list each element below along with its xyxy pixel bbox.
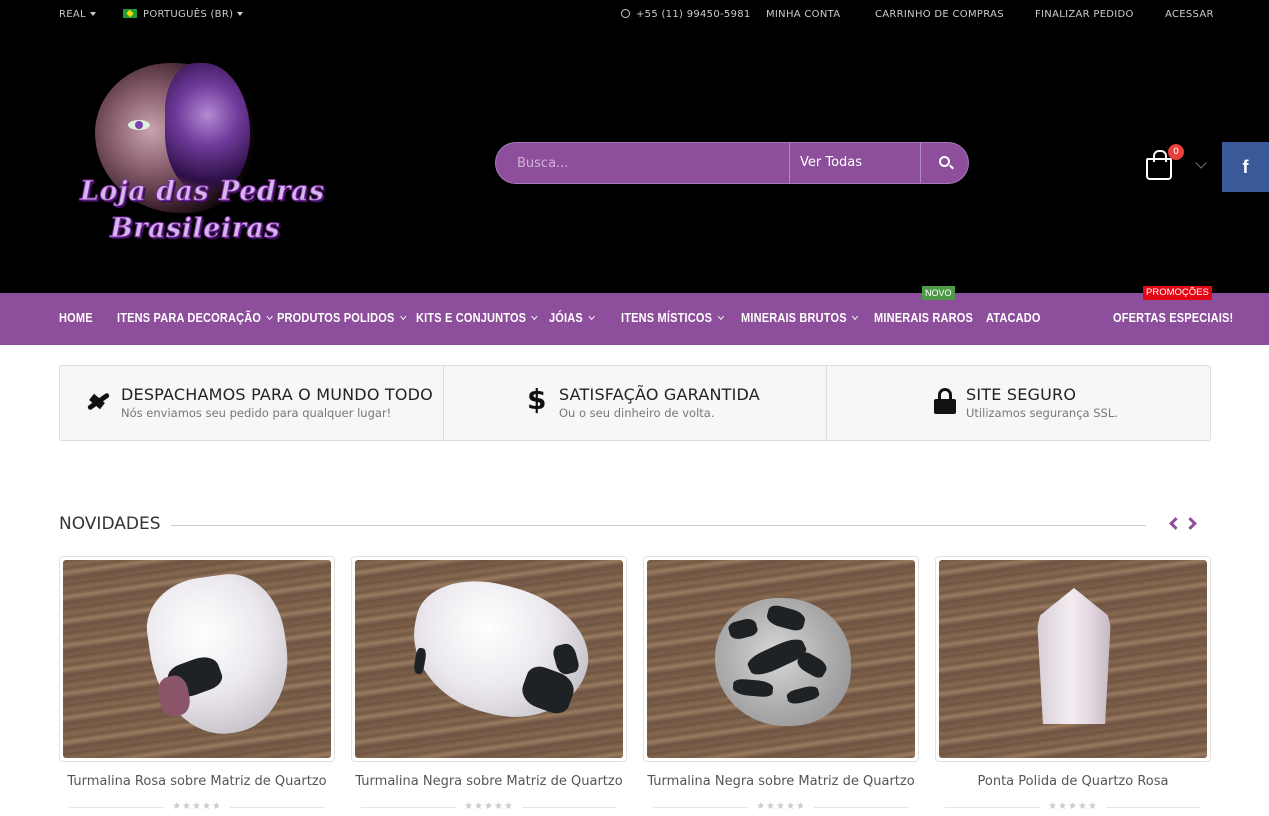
chevron-down-icon: [717, 312, 724, 321]
info-subtitle: Ou o seu dinheiro de volta.: [559, 406, 715, 420]
product-rating: ★★★★★: [935, 801, 1211, 813]
chevron-down-icon: [851, 312, 859, 321]
carousel-prev-icon[interactable]: [1169, 517, 1182, 530]
product-card[interactable]: [643, 556, 919, 762]
brazil-flag-icon: [123, 9, 137, 18]
logo-text-line1: Loja das Pedras: [80, 176, 325, 208]
nav-label: ITENS PARA DECORAÇÃO: [117, 311, 262, 325]
top-bar: REAL PORTUGUÊS (BR) +55 (11) 99450-5981 …: [0, 0, 1269, 30]
logo-eye: [128, 120, 150, 130]
search-icon: [938, 156, 950, 167]
nav-item-joias[interactable]: JÓIAS: [549, 311, 595, 325]
chevron-down-icon: [266, 312, 273, 321]
product-rating: ★★★★★: [351, 801, 627, 813]
whatsapp-icon: [621, 9, 630, 18]
new-badge: NOVO: [922, 286, 955, 300]
section-divider: [171, 525, 1146, 526]
info-subtitle: Nós enviamos seu pedido para qualquer lu…: [121, 406, 392, 420]
nav-item-ofertas[interactable]: OFERTAS ESPECIAIS!: [1113, 311, 1233, 325]
nav-item-decoracao[interactable]: ITENS PARA DECORAÇÃO: [117, 311, 273, 325]
product-image[interactable]: [647, 560, 915, 758]
product-image[interactable]: [63, 560, 331, 758]
shopping-cart-link[interactable]: CARRINHO DE COMPRAS: [875, 9, 1004, 20]
main-nav: HOME ITENS PARA DECORAÇÃO PRODUTOS POLID…: [0, 286, 1269, 345]
info-title: SATISFAÇÃO GARANTIDA: [559, 385, 760, 404]
shopping-bag-icon: [1146, 150, 1172, 180]
promo-badge: PROMOÇÕES: [1143, 286, 1212, 300]
caret-down-icon: [89, 12, 96, 16]
product-name[interactable]: Ponta Polida de Quartzo Rosa: [935, 774, 1211, 789]
nav-item-kits[interactable]: KITS E CONJUNTOS: [416, 311, 538, 325]
nav-label: ATACADO: [986, 311, 1041, 325]
search-input[interactable]: [496, 143, 790, 183]
phone-link[interactable]: +55 (11) 99450-5981: [621, 9, 751, 20]
nav-item-polidos[interactable]: PRODUTOS POLIDOS: [277, 311, 406, 325]
login-link[interactable]: ACESSAR: [1165, 9, 1214, 20]
search-bar: Ver Todas: [495, 142, 969, 184]
chevron-down-icon: [399, 312, 406, 321]
lock-icon: [934, 388, 956, 414]
product-name[interactable]: Turmalina Rosa sobre Matriz de Quartzo: [59, 774, 335, 789]
nav-label: KITS E CONJUNTOS: [416, 311, 527, 325]
info-box-satisfaction: $ SATISFAÇÃO GARANTIDA Ou o seu dinheiro…: [444, 366, 826, 440]
nav-item-raros[interactable]: MINERAIS RAROS: [874, 311, 973, 325]
nav-label: JÓIAS: [549, 311, 583, 325]
info-box-secure: SITE SEGURO Utilizamos segurança SSL.: [827, 366, 1211, 440]
airplane-icon: [85, 388, 111, 414]
product-name[interactable]: Turmalina Negra sobre Matriz de Quartzo: [643, 774, 919, 789]
nav-label: HOME: [59, 311, 93, 325]
currency-label: REAL: [59, 9, 86, 20]
cart-count-badge: 0: [1168, 144, 1184, 160]
dollar-icon: $: [527, 383, 547, 416]
search-button[interactable]: [920, 143, 968, 183]
facebook-button[interactable]: f: [1222, 142, 1269, 192]
product-card[interactable]: [59, 556, 335, 762]
store-logo[interactable]: Loja das Pedras Brasileiras: [70, 58, 325, 253]
chevron-down-icon: [531, 312, 538, 321]
language-label: PORTUGUÊS (BR): [143, 9, 234, 20]
carousel-next-icon[interactable]: [1184, 517, 1197, 530]
nav-item-brutos[interactable]: MINERAIS BRUTOS: [741, 311, 859, 325]
nav-item-misticos[interactable]: ITENS MÍSTICOS: [621, 311, 724, 325]
product-image[interactable]: [355, 560, 623, 758]
product-rating: ★★★★★: [643, 801, 919, 813]
language-selector[interactable]: PORTUGUÊS (BR): [123, 9, 244, 20]
product-name[interactable]: Turmalina Negra sobre Matriz de Quartzo: [351, 774, 627, 789]
product-image[interactable]: [939, 560, 1207, 758]
nav-item-atacado[interactable]: ATACADO: [986, 311, 1041, 325]
info-subtitle: Utilizamos segurança SSL.: [966, 406, 1118, 420]
caret-down-icon: [237, 12, 244, 16]
nav-label: ITENS MÍSTICOS: [621, 311, 713, 325]
nav-label: OFERTAS ESPECIAIS!: [1113, 311, 1234, 325]
nav-label: MINERAIS RAROS: [874, 311, 974, 325]
product-card[interactable]: [351, 556, 627, 762]
nav-label: PRODUTOS POLIDOS: [277, 311, 395, 325]
chevron-down-icon: [588, 312, 595, 321]
info-title: SITE SEGURO: [966, 385, 1077, 404]
cart-button[interactable]: 0: [1143, 144, 1184, 182]
phone-number: +55 (11) 99450-5981: [636, 9, 751, 20]
currency-selector[interactable]: REAL: [59, 9, 96, 20]
section-title: NOVIDADES: [59, 514, 161, 534]
nav-item-home[interactable]: HOME: [59, 311, 93, 325]
category-select[interactable]: Ver Todas: [789, 143, 920, 183]
info-box-shipping: DESPACHAMOS PARA O MUNDO TODO Nós enviam…: [60, 366, 443, 440]
my-account-link[interactable]: MINHA CONTA: [766, 9, 840, 20]
product-rating: ★★★★★: [59, 801, 335, 813]
header: REAL PORTUGUÊS (BR) +55 (11) 99450-5981 …: [0, 0, 1269, 293]
info-title: DESPACHAMOS PARA O MUNDO TODO: [121, 385, 433, 404]
nav-label: MINERAIS BRUTOS: [741, 311, 847, 325]
product-card[interactable]: [935, 556, 1211, 762]
logo-text-line2: Brasileiras: [109, 213, 281, 245]
info-boxes: DESPACHAMOS PARA O MUNDO TODO Nós enviam…: [59, 365, 1211, 441]
checkout-link[interactable]: FINALIZAR PEDIDO: [1035, 9, 1134, 20]
cart-dropdown-chevron-icon[interactable]: [1195, 157, 1207, 169]
